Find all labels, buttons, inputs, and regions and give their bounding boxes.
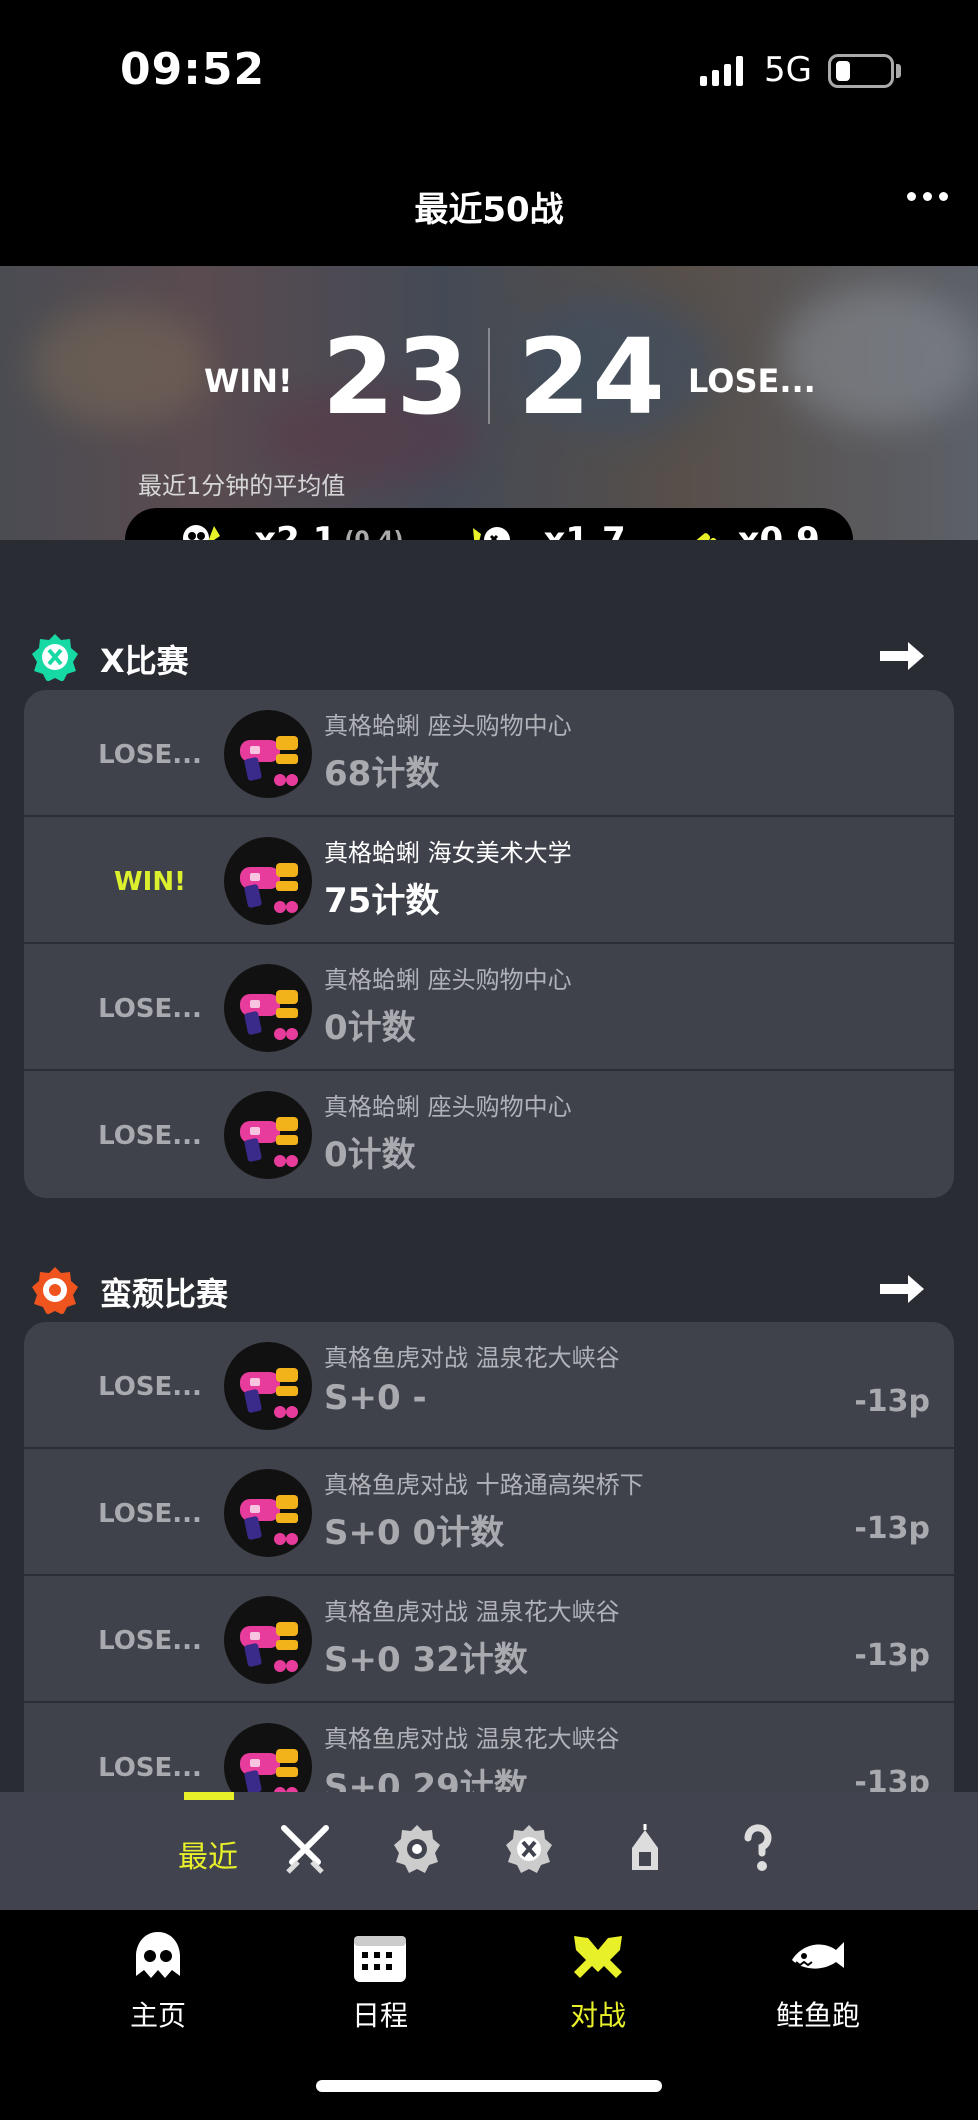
network-type: 5G [764, 50, 812, 90]
result-label: LOSE... [98, 740, 202, 770]
battery-tip [896, 64, 901, 78]
tab-battle[interactable]: 对战 [518, 1930, 678, 2034]
result-label: LOSE... [98, 1499, 202, 1529]
battle-row[interactable]: LOSE... 真格蛤蜊 座头购物中心 68计数 [24, 690, 954, 817]
weapon-icon [224, 1723, 312, 1792]
battle-filter-bar: 最近 [0, 1792, 978, 1910]
rank-point-delta: -13p [854, 1638, 930, 1673]
anarchy-more-arrow-icon[interactable] [878, 1273, 926, 1305]
filter-recent-tab[interactable]: 最近 [178, 1832, 238, 1876]
battle-row[interactable]: WIN! 真格蛤蜊 海女美术大学 75计数 [24, 817, 954, 944]
battle-mode: 真格蛤蜊 座头购物中心 [324, 966, 572, 994]
cellular-signal-icon [700, 56, 743, 86]
battle-mode: 真格鱼虎对战 温泉花大峡谷 [324, 1598, 620, 1626]
battle-mode: 真格鱼虎对战 十路通高架桥下 [324, 1471, 644, 1499]
battery-icon [828, 54, 894, 88]
squid-home-icon [136, 1932, 180, 1978]
section-title: X比赛 [100, 642, 189, 680]
battle-points: 75计数 [324, 881, 440, 921]
battle-mode: 真格鱼虎对战 温泉花大峡谷 [324, 1725, 620, 1753]
tab-label: 对战 [569, 1999, 626, 2032]
clock: 09:52 [120, 44, 266, 95]
result-label: LOSE... [98, 1121, 202, 1151]
tab-label: 鲑鱼跑 [775, 1999, 860, 2032]
battle-points: 0计数 [324, 1135, 416, 1175]
weapon-icon [224, 1342, 312, 1430]
anarchy-battle-card: LOSE... 真格鱼虎对战 温泉花大峡谷 S+0 - -13p LOSE...… [24, 1322, 954, 1792]
battle-mode: 真格鱼虎对战 温泉花大峡谷 [324, 1344, 620, 1372]
battle-points: S+0 32计数 [324, 1640, 528, 1680]
rank-point-delta: -13p [854, 1765, 930, 1792]
salmon-run-icon [792, 1942, 844, 1969]
weapon-icon [224, 837, 312, 925]
battle-points: S+0 29计数 [324, 1767, 528, 1792]
battle-row[interactable]: LOSE... 真格蛤蜊 座头购物中心 0计数 [24, 944, 954, 1071]
tab-salmon-run[interactable]: 鲑鱼跑 [738, 1930, 898, 2034]
average-label: 最近1分钟的平均值 [138, 472, 346, 500]
tab-label: 日程 [351, 1999, 408, 2032]
filter-active-indicator [184, 1792, 234, 1800]
battle-list[interactable]: X比赛 LOSE... 真格蛤蜊 座头购物中心 68计数 WIN! 真格蛤蜊 海… [0, 540, 978, 1792]
page-title: 最近50战 [414, 190, 564, 230]
battle-row[interactable]: LOSE... 真格蛤蜊 座头购物中心 0计数 [24, 1071, 954, 1198]
weapon-icon [224, 964, 312, 1052]
result-label: WIN! [114, 867, 186, 897]
home-indicator[interactable] [316, 2080, 662, 2092]
battle-mode: 真格蛤蜊 座头购物中心 [324, 1093, 572, 1121]
battle-row[interactable]: LOSE... 真格鱼虎对战 十路通高架桥下 S+0 0计数 -13p [24, 1449, 954, 1576]
battle-points: S+0 0计数 [324, 1513, 505, 1553]
lose-count: 24 [518, 316, 667, 438]
calendar-icon [354, 1936, 406, 1982]
result-label: LOSE... [98, 1372, 202, 1402]
x-battle-more-arrow-icon[interactable] [878, 640, 926, 672]
battle-points: 0计数 [324, 1008, 416, 1048]
tab-label: 主页 [129, 1999, 186, 2032]
anarchy-filter-icon[interactable] [390, 1822, 444, 1876]
nav-header: 最近50战 [0, 150, 978, 266]
score-divider [488, 328, 490, 424]
tab-schedule[interactable]: 日程 [300, 1930, 460, 2034]
x-filter-icon[interactable] [502, 1822, 556, 1876]
result-label: LOSE... [98, 1626, 202, 1656]
battle-mode: 真格蛤蜊 座头购物中心 [324, 712, 572, 740]
battle-mode: 真格蛤蜊 海女美术大学 [324, 839, 572, 867]
x-battle-card: LOSE... 真格蛤蜊 座头购物中心 68计数 WIN! 真格蛤蜊 海女美术大… [24, 690, 954, 1198]
result-label: LOSE... [98, 1753, 202, 1783]
lose-label: LOSE... [688, 362, 816, 400]
battle-icon [574, 1936, 622, 1978]
rank-point-delta: -13p [854, 1384, 930, 1419]
section-title: 蛮颓比赛 [100, 1275, 229, 1313]
result-label: LOSE... [98, 994, 202, 1024]
battle-points: 68计数 [324, 754, 440, 794]
weapon-icon [224, 1091, 312, 1179]
win-count: 23 [322, 316, 471, 438]
battle-row[interactable]: LOSE... 真格鱼虎对战 温泉花大峡谷 S+0 29计数 -13p [24, 1703, 954, 1792]
regular-battle-icon[interactable] [278, 1822, 332, 1876]
score-banner: WIN! 23 24 LOSE... 最近1分钟的平均值 [0, 266, 978, 540]
weapon-icon [224, 1596, 312, 1684]
anarchy-battle-icon [32, 1267, 78, 1315]
weapon-icon [224, 1469, 312, 1557]
private-battle-icon[interactable] [730, 1822, 784, 1876]
status-bar: 09:52 5G [0, 0, 978, 150]
battle-row[interactable]: LOSE... 真格鱼虎对战 温泉花大峡谷 S+0 - -13p [24, 1322, 954, 1449]
anarchy-battle-section-header: 蛮颓比赛 [0, 1255, 978, 1325]
x-battle-section-header: X比赛 [0, 622, 978, 692]
more-options-button[interactable] [907, 192, 948, 201]
weapon-icon [224, 710, 312, 798]
battle-points: S+0 - [324, 1378, 427, 1418]
tab-home[interactable]: 主页 [78, 1930, 238, 2034]
win-label: WIN! [204, 362, 293, 400]
league-icon[interactable] [618, 1822, 672, 1876]
battle-row[interactable]: LOSE... 真格鱼虎对战 温泉花大峡谷 S+0 32计数 -13p [24, 1576, 954, 1703]
x-battle-icon [32, 634, 78, 682]
rank-point-delta: -13p [854, 1511, 930, 1546]
